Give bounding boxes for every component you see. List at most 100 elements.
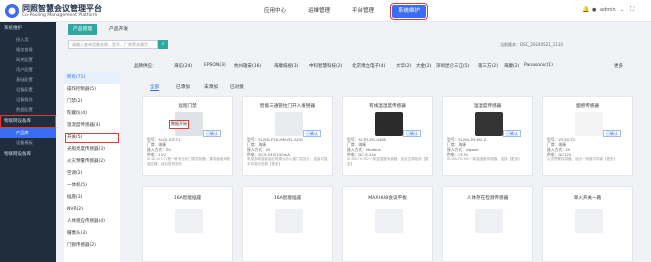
product-image <box>275 209 303 233</box>
nav-system-maintain[interactable]: 系统维护 <box>389 3 429 20</box>
avatar[interactable]: ● <box>592 7 596 13</box>
version-text: 当前版本：DSC_20240521_1110 <box>500 42 563 47</box>
sidebar-group-iot2[interactable]: 物联网设备库 <box>0 148 56 161</box>
sidebar-item[interactable]: 数据配置 <box>0 105 56 115</box>
logo-icon <box>5 4 19 18</box>
product-name: 单火开关一路 <box>573 196 602 201</box>
sidebar-item[interactable]: 网关配置 <box>0 55 56 65</box>
status-badge: 已确认 <box>303 130 321 137</box>
search-button[interactable]: ⌕ <box>158 40 168 49</box>
brand-item[interactable]: 第三方(2) <box>478 63 498 69</box>
sidebar-group-sys[interactable]: 系统维护 <box>0 22 56 35</box>
product-image <box>575 112 603 136</box>
brand-item[interactable]: 深圳昆仑三江(5) <box>436 63 469 69</box>
brand-item[interactable]: 大华(2) <box>396 63 411 69</box>
product-image <box>475 209 503 233</box>
category-item[interactable]: 人体感应传感器(4) <box>64 216 120 228</box>
filter-added[interactable]: 已添加 <box>176 84 190 90</box>
sidebar-item[interactable]: 用户配置 <box>0 65 56 75</box>
product-desc: 火灾预警传感器，适合一般楼宇场景【更多】 <box>547 157 617 161</box>
top-bar: 同照智慧会议管理平台 Co-Pooling Management Platfor… <box>0 0 651 22</box>
brand-item[interactable]: 海信(24) <box>174 63 192 69</box>
nav-platform[interactable]: 平台管理 <box>346 5 380 18</box>
chevron-down-icon[interactable]: ⌄ <box>620 7 624 13</box>
search-input[interactable]: 请输入查询设备名称、型号、厂商等关键字 <box>68 40 158 49</box>
product-name: 远程门禁 <box>178 104 197 109</box>
product-card[interactable]: 温湿度传感器 已确认 型号：SI-MA-TH-M2-Z 厂商：海康 接入方式：zigbe… <box>442 96 533 176</box>
sidebar-group-iot[interactable]: 物联网设备库 <box>0 115 56 128</box>
category-item[interactable]: 摄像头(3) <box>64 228 120 240</box>
category-item[interactable]: 操作控制器(5) <box>64 84 120 96</box>
product-card[interactable]: 16A智能插座 <box>142 186 233 262</box>
category-item[interactable]: 门锁传感器(2) <box>64 240 120 252</box>
brand-item[interactable]: 大金(2) <box>416 63 431 69</box>
product-card[interactable]: 智能三通管拉门开入发钥器 已确认 型号：SI-MD-P18-MM-M1-AGD 厂商：… <box>242 96 333 176</box>
brand-item[interactable]: 海康(2) <box>504 63 519 69</box>
product-desc: SI-MA-TH-M2一款温湿度传感器，适合空调检测【更多】 <box>347 157 429 166</box>
category-item[interactable]: NVR(2) <box>64 204 120 216</box>
category-item[interactable]: 一体机(5) <box>64 180 120 192</box>
brand-label: 品牌供应： <box>134 64 157 69</box>
nav-ops[interactable]: 运维管理 <box>302 5 336 18</box>
product-card[interactable]: 烟感传感器 已确认 型号：ZY-SG-T2 厂商：海康 接入方式：DI 供电：DC12V 火… <box>542 96 633 176</box>
sidebar-item[interactable]: 接入用 <box>0 35 56 45</box>
product-card[interactable]: 远程门禁 已确认 型号：SI-DI-IOT-T1 厂商：海康 接入方式：SO 供电：12V… <box>142 96 233 176</box>
sidebar-item-product-lib[interactable]: 产品库 <box>0 128 56 138</box>
product-name: 温湿度传感器 <box>473 104 502 109</box>
status-badge: 已确认 <box>503 130 521 137</box>
product-name: 烟感传感器 <box>576 104 599 109</box>
category-item[interactable]: 空调(2) <box>64 168 120 180</box>
sidebar-item[interactable]: 设备模板 <box>0 138 56 148</box>
product-card[interactable]: 16A智能插座 <box>242 186 333 262</box>
category-item[interactable]: 光照亮度传感器(3) <box>64 144 120 156</box>
filter-all[interactable]: 全部 <box>150 84 160 91</box>
brand-item[interactable]: 杭州雄安(16) <box>234 63 261 69</box>
nav-app-center[interactable]: 应用中心 <box>258 5 292 18</box>
sidebar-item[interactable]: 设备服务 <box>0 95 56 105</box>
sidebar-item[interactable]: 设备配置 <box>0 85 56 95</box>
tab-product-dev[interactable]: 产品开发 <box>104 24 133 35</box>
bell-icon[interactable]: 🔔 <box>582 6 589 13</box>
category-item[interactable]: 陀螺仪(4) <box>64 108 120 120</box>
data-start-popup[interactable]: 数据开始 <box>169 120 189 129</box>
product-image <box>375 209 403 233</box>
category-item[interactable]: 开关(5) <box>64 132 120 144</box>
status-badge: 已确认 <box>403 130 421 137</box>
product-card[interactable]: 人体存在检测传感器 <box>442 186 533 262</box>
app-subtitle: Co-Pooling Management Platform <box>22 13 98 18</box>
fullscreen-icon[interactable]: ⛶ <box>630 6 634 14</box>
product-name: 16A智能插座 <box>173 196 202 201</box>
product-image <box>175 209 203 233</box>
brand-item[interactable]: EPSON(3) <box>204 63 226 68</box>
product-name: 16A智能插座 <box>273 196 302 201</box>
brand-item[interactable]: 北京博立电子(4) <box>352 63 385 69</box>
sidebar: 系统维护 接入用 服务查看 网关配置 用户配置 基础配置 设备配置 设备服务 数… <box>0 22 56 262</box>
brand-filter: 品牌供应： 海信(24) EPSON(3) 杭州雄安(16) 海康威视(3) 中… <box>124 62 639 74</box>
user-name[interactable]: admin <box>600 7 616 13</box>
product-card[interactable]: 单火开关一路 <box>542 186 633 262</box>
product-desc: SI-MA-TH-M2一款温湿度传感器，连接【更多】 <box>447 157 522 161</box>
category-item[interactable]: 温湿度传感器(4) <box>64 120 120 132</box>
category-item[interactable]: 火灾预警传感器(2) <box>64 156 120 168</box>
category-item[interactable]: 插座(3) <box>64 192 120 204</box>
category-list: 所有(71) 操作控制器(5) 门禁(2) 陀螺仪(4) 温湿度传感器(4) 开… <box>64 72 120 262</box>
sidebar-item[interactable]: 服务查看 <box>0 45 56 55</box>
tab-product-manage[interactable]: 产品管理 <box>68 24 98 35</box>
brand-item[interactable]: 海康威视(3) <box>274 63 298 69</box>
product-card[interactable]: MAXHUB会议平板 <box>342 186 433 262</box>
brand-item[interactable]: 中科智慧科技(2) <box>309 63 342 69</box>
category-item[interactable]: 所有(71) <box>64 72 120 84</box>
status-badge: 已确认 <box>203 130 221 137</box>
category-item[interactable]: 门禁(2) <box>64 96 120 108</box>
sidebar-item[interactable]: 基础配置 <box>0 75 56 85</box>
filter-connected[interactable]: 已对接 <box>230 84 244 90</box>
product-image <box>575 209 603 233</box>
brand-item[interactable]: Panasonic(1) <box>524 63 553 68</box>
product-image <box>275 112 303 136</box>
product-card[interactable]: 有线温湿度传感器 已确认 型号：SI-TH-M1-048S 厂商：海康 接入方式：Mod… <box>342 96 433 176</box>
brand-more[interactable]: 更多 <box>614 63 623 69</box>
product-name: 人体存在检测传感器 <box>466 196 509 201</box>
filter-not-added[interactable]: 未添加 <box>204 84 218 90</box>
product-image <box>475 112 503 136</box>
product-name: MAXHUB会议平板 <box>368 196 407 201</box>
